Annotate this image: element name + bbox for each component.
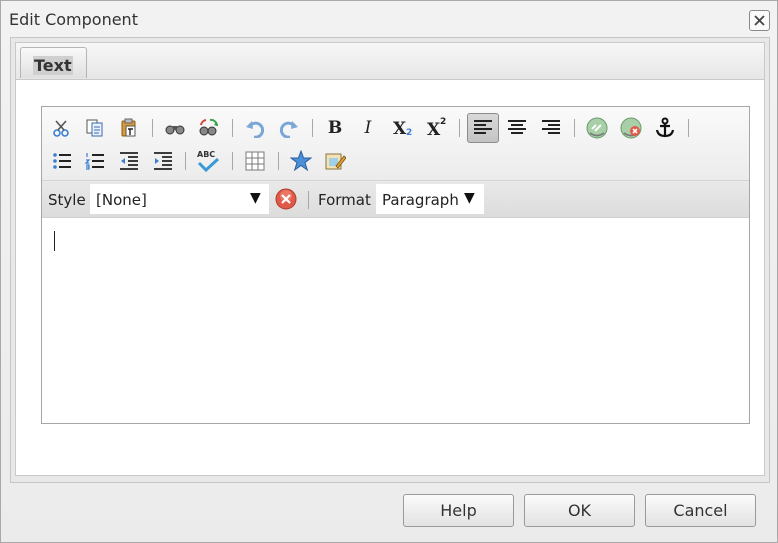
scissors-icon: [53, 120, 69, 137]
align-center-button[interactable]: [504, 115, 530, 141]
tab-text-label: Text: [33, 56, 73, 75]
tab-strip: Text: [15, 42, 765, 80]
toolbar-separator: [308, 191, 309, 209]
align-right-icon: [542, 120, 560, 134]
subscript-icon: X 2: [393, 119, 413, 139]
style-select-value: [None]: [96, 191, 147, 209]
outdent-button[interactable]: [116, 148, 142, 174]
format-label: Format: [318, 191, 371, 209]
close-button[interactable]: [749, 10, 770, 31]
edit-image-icon: [325, 153, 346, 170]
spellcheck-icon: ABC: [196, 149, 220, 173]
edit-component-dialog: Edit Component Text B I X 2 X 2 ABC Styl…: [0, 0, 778, 543]
clear-style-button[interactable]: [273, 186, 299, 212]
close-icon: [754, 15, 765, 26]
find-button[interactable]: [162, 115, 188, 141]
paste-icon: [121, 118, 136, 137]
anchor-button[interactable]: [652, 115, 678, 141]
toolbar-separator: [312, 119, 313, 137]
help-button[interactable]: Help: [403, 494, 514, 527]
indent-button[interactable]: [150, 148, 176, 174]
toolbar-separator: [574, 119, 575, 137]
redo-icon: [279, 121, 298, 138]
chevron-down-icon: ▼: [250, 190, 261, 206]
undo-button[interactable]: [242, 115, 268, 141]
format-select-value: Paragraph: [382, 191, 459, 209]
toolbar-separator: [152, 119, 153, 137]
spellcheck-button[interactable]: ABC: [195, 148, 221, 174]
star-icon: [290, 150, 312, 172]
special-characters-button[interactable]: [288, 148, 314, 174]
outdent-icon: [120, 152, 138, 170]
unlink-icon: [620, 117, 642, 139]
chevron-down-icon: ▼: [464, 190, 475, 206]
superscript-button[interactable]: X 2: [423, 115, 449, 141]
image-properties-button[interactable]: [322, 148, 348, 174]
bold-button[interactable]: B: [322, 115, 348, 141]
cancel-button[interactable]: Cancel: [645, 494, 756, 527]
italic-button[interactable]: I: [355, 115, 381, 141]
dialog-title: Edit Component: [9, 10, 138, 29]
italic-icon: I: [364, 118, 372, 138]
align-center-icon: [508, 120, 526, 134]
align-left-icon: [474, 120, 492, 134]
copy-button[interactable]: [82, 115, 108, 141]
bold-icon: B: [327, 118, 343, 138]
style-select[interactable]: [None] ▼: [90, 184, 269, 214]
table-icon: [245, 151, 265, 171]
copy-icon: [86, 119, 103, 137]
editor-toolbar: B I X 2 X 2 ABC: [42, 107, 749, 181]
table-button[interactable]: [242, 148, 268, 174]
superscript-icon: X 2: [427, 117, 447, 140]
tab-text[interactable]: Text: [20, 47, 87, 78]
title-bar[interactable]: Edit Component: [1, 1, 777, 37]
toolbar-separator: [232, 119, 233, 137]
style-format-bar: Style [None] ▼ Format Paragraph ▼: [42, 181, 749, 218]
find-replace-icon: [199, 118, 219, 136]
toolbar-separator: [185, 152, 186, 170]
bulleted-list-icon: [53, 153, 71, 169]
align-left-button[interactable]: [467, 113, 499, 143]
toolbar-separator: [688, 119, 689, 137]
format-select[interactable]: Paragraph ▼: [376, 184, 484, 214]
link-icon: [586, 117, 608, 139]
indent-icon: [154, 152, 172, 170]
cut-button[interactable]: [49, 115, 75, 141]
subscript-button[interactable]: X 2: [389, 115, 415, 141]
replace-button[interactable]: [196, 115, 222, 141]
insert-link-button[interactable]: [584, 115, 610, 141]
style-label: Style: [48, 191, 86, 209]
text-caret: [54, 231, 55, 251]
rich-text-editor: B I X 2 X 2 ABC Style [None] ▼ Format Pa…: [41, 106, 750, 424]
paste-button[interactable]: [116, 115, 142, 141]
toolbar-separator: [232, 152, 233, 170]
editor-content-area[interactable]: [42, 219, 749, 423]
clear-icon: [275, 188, 297, 210]
tab-content-panel: B I X 2 X 2 ABC Style [None] ▼ Format Pa…: [15, 79, 765, 476]
toolbar-separator: [459, 119, 460, 137]
numbered-list-button[interactable]: [82, 148, 108, 174]
binoculars-icon: [165, 125, 185, 135]
align-right-button[interactable]: [538, 115, 564, 141]
remove-link-button[interactable]: [618, 115, 644, 141]
anchor-icon: [655, 117, 675, 138]
redo-button[interactable]: [276, 115, 302, 141]
dialog-body: Text B I X 2 X 2 ABC Style [None] ▼ Form…: [10, 37, 770, 483]
bulleted-list-button[interactable]: [49, 148, 75, 174]
ok-button[interactable]: OK: [524, 494, 635, 527]
dialog-buttons: Help OK Cancel: [1, 485, 777, 542]
numbered-list-icon: [85, 153, 104, 170]
toolbar-separator: [278, 152, 279, 170]
undo-icon: [246, 121, 265, 138]
